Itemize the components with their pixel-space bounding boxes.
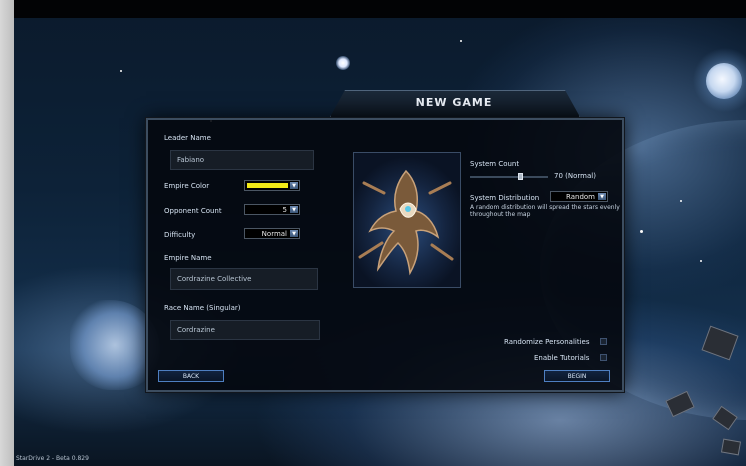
chevron-down-icon: ▼ bbox=[598, 193, 606, 200]
empire-name-label: Empire Name bbox=[164, 254, 212, 262]
alien-creature-image bbox=[358, 169, 454, 276]
enable-tutorials-label: Enable Tutorials bbox=[534, 354, 590, 362]
back-button[interactable]: BACK bbox=[158, 370, 224, 382]
race-portrait bbox=[353, 152, 461, 288]
enable-tutorials-checkbox[interactable] bbox=[600, 354, 607, 361]
star bbox=[680, 200, 682, 202]
opponent-count-value: 5 bbox=[282, 205, 287, 214]
chevron-down-icon: ▼ bbox=[290, 182, 298, 189]
empire-name-value: Cordrazine Collective bbox=[177, 275, 252, 283]
bright-star bbox=[336, 56, 350, 70]
leader-name-value: Fabiano bbox=[177, 156, 205, 164]
leader-name-input[interactable]: Fabiano bbox=[170, 150, 314, 170]
star bbox=[640, 230, 643, 233]
system-distribution-select[interactable]: Random ▼ bbox=[550, 191, 608, 202]
race-name-value: Cordrazine bbox=[177, 326, 215, 334]
empire-name-input[interactable]: Cordrazine Collective bbox=[170, 268, 318, 290]
new-game-panel: Leader Name Fabiano Empire Color ▼ Oppon… bbox=[146, 118, 624, 392]
window-top-bar bbox=[0, 0, 746, 18]
system-distribution-value: Random bbox=[566, 192, 595, 201]
system-count-label: System Count bbox=[470, 160, 520, 168]
distribution-description: A random distribution will spread the st… bbox=[470, 204, 620, 218]
system-count-value: 70 (Normal) bbox=[554, 172, 596, 180]
difficulty-label: Difficulty bbox=[164, 231, 196, 239]
race-name-input[interactable]: Cordrazine bbox=[170, 320, 320, 340]
system-count-slider-track[interactable] bbox=[470, 176, 548, 178]
system-count-slider-handle[interactable] bbox=[518, 173, 523, 180]
star bbox=[700, 260, 702, 262]
chevron-down-icon: ▼ bbox=[290, 230, 298, 237]
difficulty-select[interactable]: Normal ▼ bbox=[244, 228, 300, 239]
star bbox=[120, 70, 122, 72]
version-label: StarDrive 2 - Beta 0.829 bbox=[16, 455, 89, 462]
chevron-down-icon: ▼ bbox=[290, 206, 298, 213]
screen-title: NEW GAME bbox=[415, 96, 493, 109]
window-left-border bbox=[0, 0, 14, 466]
moon bbox=[706, 63, 742, 99]
randomize-personalities-checkbox[interactable] bbox=[600, 338, 607, 345]
randomize-personalities-label: Randomize Personalities bbox=[504, 338, 590, 346]
star bbox=[460, 40, 462, 42]
empire-color-swatch bbox=[247, 183, 288, 188]
leader-name-label: Leader Name bbox=[164, 134, 211, 142]
opponent-count-label: Opponent Count bbox=[164, 207, 222, 215]
begin-button[interactable]: BEGIN bbox=[544, 370, 610, 382]
asteroid bbox=[720, 438, 742, 456]
difficulty-value: Normal bbox=[261, 229, 287, 238]
opponent-count-select[interactable]: 5 ▼ bbox=[244, 204, 300, 215]
empire-color-label: Empire Color bbox=[164, 182, 210, 190]
race-name-label: Race Name (Singular) bbox=[164, 304, 241, 312]
system-distribution-label: System Distribution bbox=[470, 194, 540, 202]
empire-color-select[interactable]: ▼ bbox=[244, 180, 300, 191]
